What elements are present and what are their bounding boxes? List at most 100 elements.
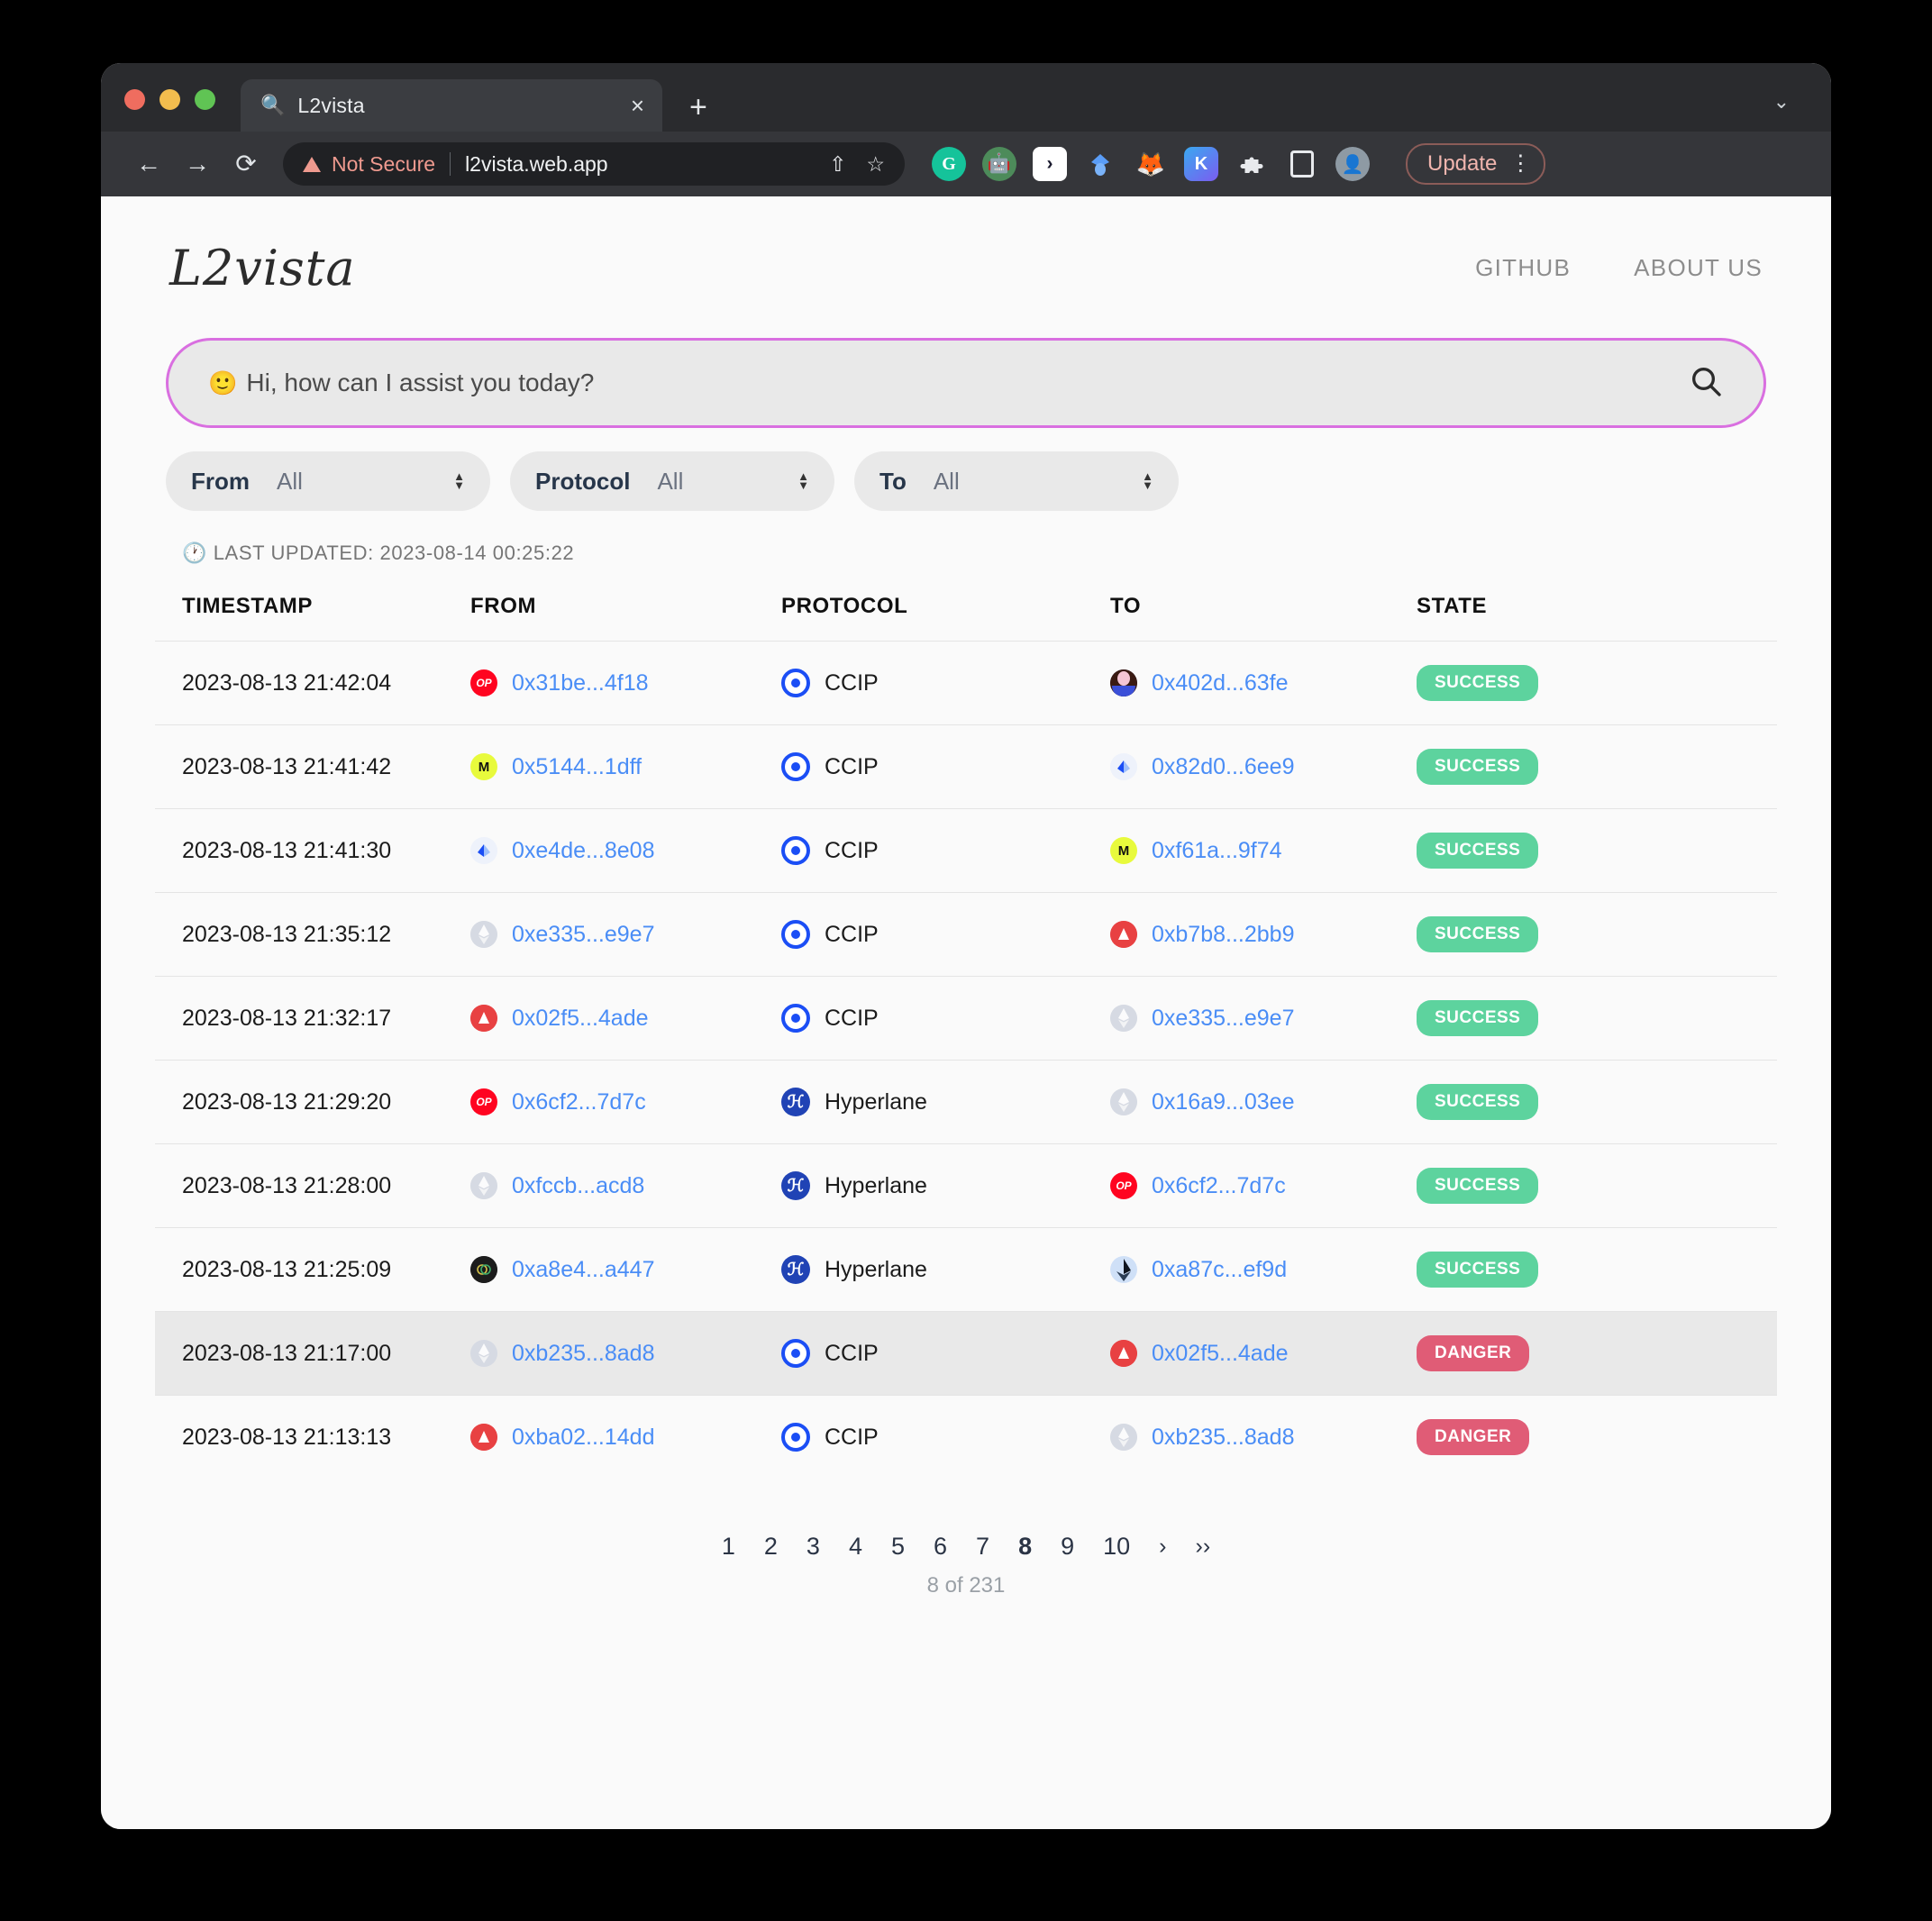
pagination-page-6[interactable]: 6 xyxy=(934,1533,947,1561)
table-row[interactable]: 2023-08-13 21:13:13 0xba02...14dd CCIP 0xb2… xyxy=(155,1395,1777,1479)
chevron-updown-icon[interactable]: ▲ ▼ xyxy=(797,470,809,491)
search-icon[interactable] xyxy=(1688,363,1724,404)
pagination-last-button[interactable]: ›› xyxy=(1196,1534,1211,1560)
reload-button[interactable]: ⟳ xyxy=(222,151,270,177)
new-tab-button[interactable]: + xyxy=(689,92,707,123)
chevron-updown-icon[interactable]: ▲ ▼ xyxy=(1142,470,1153,491)
filter-to[interactable]: To All ▲ ▼ xyxy=(854,451,1179,511)
site-header: L2vista GITHUB ABOUT US xyxy=(155,196,1777,314)
back-button[interactable]: ← xyxy=(124,151,173,177)
table-row[interactable]: 2023-08-13 21:17:00 0xb235...8ad8 CCIP 0x02… xyxy=(155,1311,1777,1396)
table-row[interactable]: 2023-08-13 21:41:42 M 0x5144...1dff CCIP 0x8… xyxy=(155,724,1777,809)
pagination-page-10[interactable]: 10 xyxy=(1103,1533,1130,1561)
cell-timestamp: 2023-08-13 21:17:00 xyxy=(155,1311,470,1396)
to-address-link[interactable]: 0xb7b8...2bb9 xyxy=(1152,922,1294,948)
pagination-page-2[interactable]: 2 xyxy=(764,1533,778,1561)
table-row[interactable]: 2023-08-13 21:35:12 0xe335...e9e7 CCIP 0xb7… xyxy=(155,892,1777,977)
table-row[interactable]: 2023-08-13 21:32:17 0x02f5...4ade CCIP 0xe3… xyxy=(155,976,1777,1061)
filter-from[interactable]: From All ▲ ▼ xyxy=(166,451,490,511)
pagination-page-9[interactable]: 9 xyxy=(1061,1533,1074,1561)
pagination-page-1[interactable]: 1 xyxy=(722,1533,735,1561)
site-logo[interactable]: L2vista xyxy=(169,240,356,296)
hyperlane-protocol-icon: ℋ xyxy=(781,1255,810,1284)
pagination-page-5[interactable]: 5 xyxy=(891,1533,905,1561)
to-address-link[interactable]: 0xa87c...ef9d xyxy=(1152,1257,1287,1283)
pagination-page-3[interactable]: 3 xyxy=(807,1533,820,1561)
cell-state: SUCCESS xyxy=(1417,892,1777,977)
browser-toolbar: ← → ⟳ Not Secure l2vista.web.app ⇧ ☆ G 🤖… xyxy=(101,132,1831,196)
to-address-link[interactable]: 0xe335...e9e7 xyxy=(1152,1006,1294,1032)
forward-button[interactable]: → xyxy=(173,151,222,177)
cell-protocol: ℋ Hyperlane xyxy=(781,1227,1110,1312)
to-address-link[interactable]: 0xb235...8ad8 xyxy=(1152,1425,1294,1451)
chevron-updown-icon[interactable]: ▲ ▼ xyxy=(453,470,465,491)
to-address-link[interactable]: 0x82d0...6ee9 xyxy=(1152,754,1294,780)
address-bar[interactable]: Not Secure l2vista.web.app ⇧ ☆ xyxy=(283,142,905,186)
close-window-button[interactable] xyxy=(124,89,145,110)
browser-menu-kebab-icon[interactable]: ⋮ xyxy=(1509,152,1531,175)
share-icon[interactable]: ⇧ xyxy=(829,152,846,177)
to-address-link[interactable]: 0x02f5...4ade xyxy=(1152,1341,1289,1367)
to-address-link[interactable]: 0x16a9...03ee xyxy=(1152,1089,1294,1115)
pocket-universe-extension-icon[interactable]: › xyxy=(1033,147,1067,181)
filter-protocol[interactable]: Protocol All ▲ ▼ xyxy=(510,451,834,511)
cell-from: 0xe4de...8e08 xyxy=(470,808,781,893)
search-input[interactable]: Hi, how can I assist you today? xyxy=(246,369,594,397)
minimize-window-button[interactable] xyxy=(159,89,180,110)
extensions-puzzle-icon[interactable] xyxy=(1235,147,1269,181)
from-address-link[interactable]: 0xb235...8ad8 xyxy=(512,1341,654,1367)
cell-protocol: ℋ Hyperlane xyxy=(781,1060,1110,1144)
from-address-link[interactable]: 0xba02...14dd xyxy=(512,1425,654,1451)
cell-state: DANGER xyxy=(1417,1395,1777,1479)
table-row[interactable]: 2023-08-13 21:41:30 0xe4de...8e08 CCIP M 0xf… xyxy=(155,808,1777,893)
column-header-protocol: PROTOCOL xyxy=(781,594,908,618)
close-tab-button[interactable]: × xyxy=(631,94,644,117)
table-row[interactable]: 2023-08-13 21:42:04 OP 0x31be...4f18 CCIP 0x… xyxy=(155,641,1777,725)
browser-tab[interactable]: 🔍 L2vista × xyxy=(241,79,662,132)
table-row[interactable]: 2023-08-13 21:28:00 0xfccb...acd8 ℋ Hyperla… xyxy=(155,1143,1777,1228)
from-address-link[interactable]: 0x6cf2...7d7c xyxy=(512,1089,646,1115)
cell-to: 0xe335...e9e7 xyxy=(1110,976,1417,1061)
to-address-link[interactable]: 0x6cf2...7d7c xyxy=(1152,1173,1286,1199)
pagination-page-8[interactable]: 8 xyxy=(1018,1533,1032,1561)
protocol-name: CCIP xyxy=(825,921,879,947)
pagination-page-7[interactable]: 7 xyxy=(976,1533,989,1561)
from-address-link[interactable]: 0x31be...4f18 xyxy=(512,670,649,696)
pagination-next-button[interactable]: › xyxy=(1159,1534,1166,1560)
metamask-extension-icon[interactable]: 🦊 xyxy=(1134,147,1168,181)
nav-link-github[interactable]: GITHUB xyxy=(1475,254,1571,282)
url-text: l2vista.web.app xyxy=(465,151,608,176)
to-address-link[interactable]: 0x402d...63fe xyxy=(1152,670,1289,696)
protocol-name: Hyperlane xyxy=(825,1256,927,1282)
nav-link-about-us[interactable]: ABOUT US xyxy=(1634,254,1763,282)
bookmark-star-icon[interactable]: ☆ xyxy=(866,152,885,177)
from-address-link[interactable]: 0x5144...1dff xyxy=(512,754,642,780)
cell-to: 0xb235...8ad8 xyxy=(1110,1395,1417,1479)
maximize-window-button[interactable] xyxy=(195,89,215,110)
cell-protocol: CCIP xyxy=(781,808,1110,893)
table-row[interactable]: 2023-08-13 21:29:20 OP 0x6cf2...7d7c ℋ Hyper… xyxy=(155,1060,1777,1144)
from-address-link[interactable]: 0xfccb...acd8 xyxy=(512,1173,644,1199)
chevron-down-icon[interactable]: ⌄ xyxy=(1773,90,1790,114)
from-address-link[interactable]: 0xe4de...8e08 xyxy=(512,838,654,864)
search-bar[interactable]: 🙂 Hi, how can I assist you today? xyxy=(166,338,1766,428)
side-panel-icon[interactable] xyxy=(1285,147,1319,181)
update-button[interactable]: Update ⋮ xyxy=(1406,143,1546,185)
to-address-link[interactable]: 0xf61a...9f74 xyxy=(1152,838,1282,864)
protocol-name: CCIP xyxy=(825,837,879,863)
keplr-wallet-extension-icon[interactable]: K xyxy=(1184,147,1218,181)
grammarly-extension-icon[interactable]: G xyxy=(932,147,966,181)
robot-extension-icon[interactable]: 🤖 xyxy=(982,147,1016,181)
profile-avatar[interactable]: 👤 xyxy=(1335,147,1370,181)
rabby-wallet-extension-icon[interactable] xyxy=(1083,147,1117,181)
protocol-name: Hyperlane xyxy=(825,1172,927,1198)
last-updated-label: 🕐 LAST UPDATED: 2023-08-14 00:25:22 xyxy=(182,542,575,564)
from-address-link[interactable]: 0x02f5...4ade xyxy=(512,1006,649,1032)
pagination-count: 8 of 231 xyxy=(926,1573,1006,1598)
from-address-link[interactable]: 0xe335...e9e7 xyxy=(512,922,654,948)
cell-state: SUCCESS xyxy=(1417,976,1777,1061)
from-address-link[interactable]: 0xa8e4...a447 xyxy=(512,1257,654,1283)
cell-state: DANGER xyxy=(1417,1311,1777,1396)
table-row[interactable]: 2023-08-13 21:25:09 0xa8e4...a447 ℋ Hyperla… xyxy=(155,1227,1777,1312)
pagination-page-4[interactable]: 4 xyxy=(849,1533,862,1561)
